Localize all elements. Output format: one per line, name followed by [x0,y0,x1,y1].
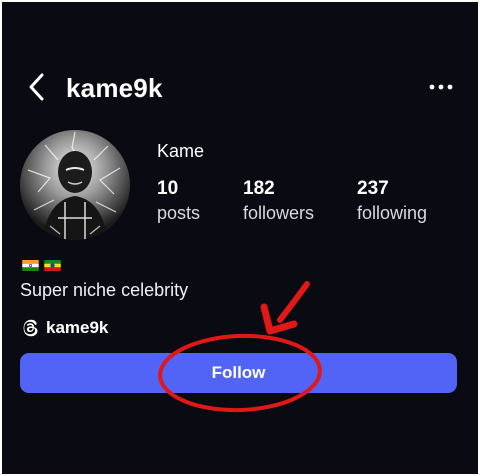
display-name: Kame [157,141,205,161]
ethiopia-flag-icon [44,260,61,271]
posts-label: posts [157,203,201,223]
profile-screen: kame9k Kame 10 posts 182 followers 237 f… [2,2,478,474]
following-count: 237 [357,178,389,199]
top-bar: kame9k [2,62,478,112]
more-horizontal-icon [429,84,453,90]
avatar-image [20,130,130,240]
threads-handle: kame9k [46,318,109,337]
follow-button[interactable]: Follow [20,353,457,393]
stat-posts: 10 posts [157,178,200,224]
following-label: following [357,203,428,223]
back-button[interactable] [22,70,50,104]
more-options-button[interactable] [424,74,458,100]
annotation-arrow [260,281,310,335]
profile-username: kame9k [66,73,163,103]
avatar[interactable] [20,130,130,240]
followers-count: 182 [243,178,275,199]
posts-count: 10 [157,178,179,199]
followers-label: followers [243,203,315,223]
stat-following[interactable]: 237 following [357,178,427,224]
stat-followers[interactable]: 182 followers [243,178,314,224]
threads-link[interactable]: kame9k [20,318,108,338]
chevron-left-icon [29,73,44,101]
bio-text: Super niche celebrity [20,280,189,300]
flags [22,260,61,271]
threads-icon [23,319,38,337]
india-flag-icon [22,260,39,271]
